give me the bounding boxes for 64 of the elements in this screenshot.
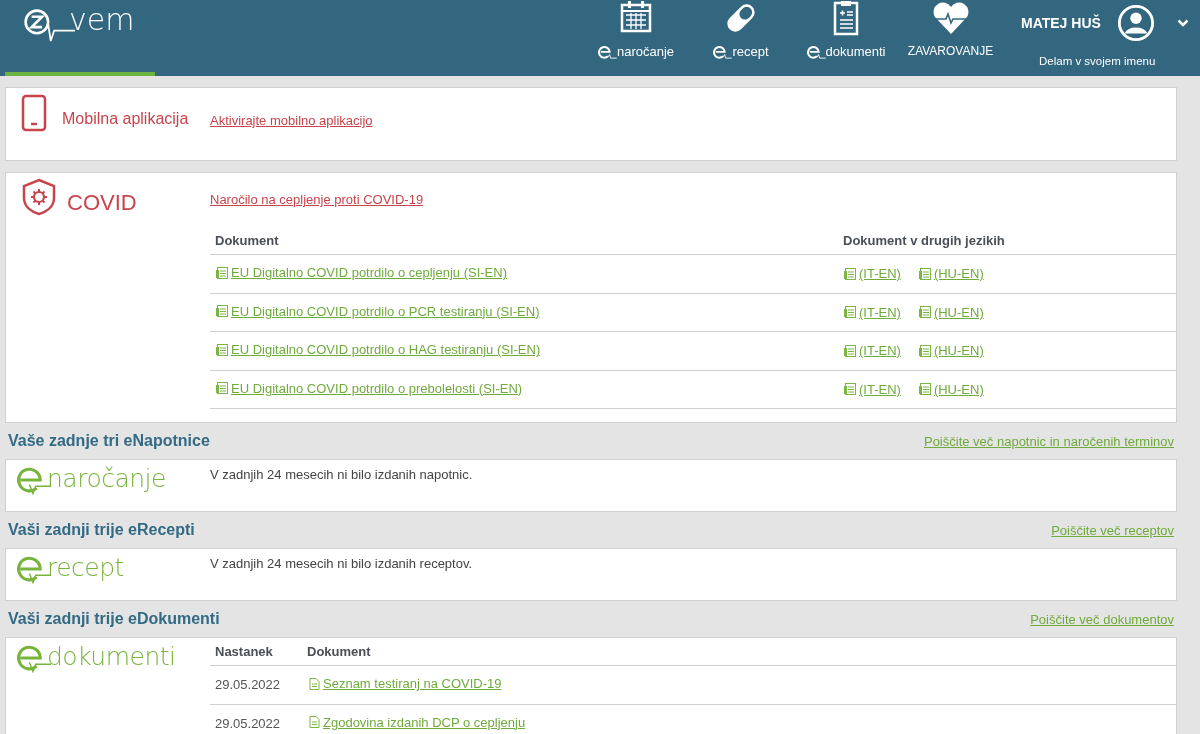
language-version-link[interactable]: (HU-EN)	[917, 266, 984, 282]
nav-link[interactable]: dokumenti	[793, 0, 898, 76]
document-icon	[917, 305, 932, 320]
activate-app-link[interactable]: Aktivirajte mobilno aplikacijo	[210, 113, 373, 128]
document-icon	[215, 342, 229, 357]
document-icon	[843, 266, 857, 281]
section-title: Vaši zadnji trije eDokumenti	[8, 610, 220, 628]
document-icon	[843, 343, 857, 358]
user-name: MATEJ HUŠ	[1021, 15, 1102, 31]
document-link[interactable]: Zgodovina izdanih DCP o cepljenju	[307, 714, 526, 730]
language-version-link[interactable]: (IT-EN)	[843, 266, 901, 282]
date-cell: 29.05.2022	[215, 677, 281, 693]
section-title: Vaši zadnji trije eRecepti	[8, 521, 195, 539]
logo-text: vem	[69, 2, 135, 37]
e-logo-icon	[596, 43, 617, 59]
certificate-link[interactable]: EU Digitalno COVID potrdilo o PCR testiranju (SI-EN)	[215, 303, 540, 319]
phone-icon	[21, 94, 47, 132]
language-version-link[interactable]: (HU-EN)	[917, 381, 984, 397]
language-version-link[interactable]: (HU-EN)	[917, 304, 984, 320]
document-icon	[215, 304, 229, 318]
home-logo[interactable]: vem	[5, 0, 155, 76]
document-icon	[215, 381, 229, 395]
vaccination-booking-link[interactable]: Naročilo na cepljenje proti COVID-19	[210, 192, 424, 207]
document-icon	[307, 676, 321, 691]
user-avatar-icon[interactable]	[1117, 4, 1155, 42]
document-icon	[917, 266, 932, 281]
caret-down-icon[interactable]	[1177, 19, 1189, 27]
card-title: Mobilna aplikacija	[62, 110, 189, 128]
column-header: Nastanek	[210, 638, 302, 666]
certificate-link[interactable]: EU Digitalno COVID potrdilo o HAG testiranju (SI-EN)	[215, 342, 541, 357]
empty-message: V zadnjih 24 mesecih ni bilo izdanih receptov.	[210, 556, 474, 571]
service-brand-name: dokumenti	[47, 642, 176, 671]
document-icon	[917, 382, 932, 397]
language-version-link[interactable]: (HU-EN)	[917, 343, 984, 359]
service-brand-name: naročanje	[47, 464, 166, 493]
language-version-link[interactable]: (IT-EN)	[843, 304, 901, 320]
nav-link[interactable]: recept	[688, 0, 793, 76]
language-version-link[interactable]: (IT-EN)	[843, 381, 901, 397]
acting-as-label: Delam v svojem imenu	[1039, 55, 1156, 67]
document-icon	[215, 265, 229, 280]
column-header: Dokument	[302, 638, 1176, 666]
language-version-link[interactable]: (IT-EN)	[843, 343, 901, 359]
certificate-link[interactable]: EU Digitalno COVID potrdilo o prebolelosti (SI-EN)	[215, 380, 523, 396]
virus-shield-icon	[21, 178, 57, 216]
column-header: Dokument v drugih jezikih	[838, 227, 1176, 255]
more-link[interactable]: Poiščite več dokumentov	[1030, 611, 1174, 627]
more-link[interactable]: Poiščite več napotnic in naročenih terminov	[923, 433, 1174, 449]
nav-link[interactable]: naročanje	[583, 0, 688, 76]
service-brand-name: recept	[47, 553, 124, 582]
column-header: Dokument	[210, 227, 838, 255]
e-logo-icon	[712, 43, 733, 59]
nav-link[interactable]: ZAVAROVANJE	[898, 0, 1003, 76]
document-icon	[917, 343, 932, 358]
e-logo-icon	[805, 43, 826, 59]
date-cell: 29.05.2022	[215, 715, 281, 731]
card-title: COVID	[67, 190, 137, 216]
certificate-link[interactable]: EU Digitalno COVID potrdilo o cepljenju (SI-EN)	[215, 265, 507, 280]
more-link[interactable]: Poiščite več receptov	[1051, 522, 1174, 538]
empty-message: V zadnjih 24 mesecih ni bilo izdanih napotnic.	[210, 467, 474, 482]
document-icon	[843, 382, 857, 397]
document-icon	[307, 715, 321, 729]
document-link[interactable]: Seznam testiranj na COVID-19	[307, 676, 502, 691]
section-title: Vaše zadnje tri eNapotnice	[8, 432, 210, 450]
document-icon	[843, 305, 857, 320]
